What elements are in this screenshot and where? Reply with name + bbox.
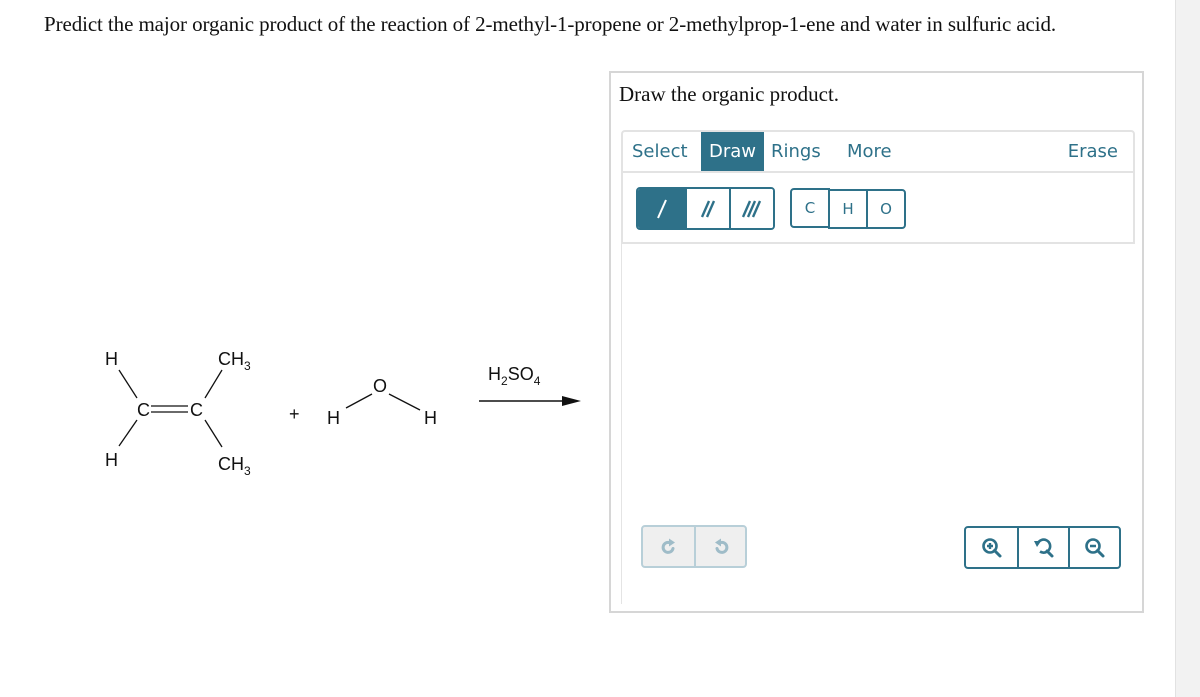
redo-icon [661, 538, 675, 554]
tab-more[interactable]: More [839, 132, 900, 171]
zoom-in-icon [981, 537, 1001, 557]
atom-c-right: C [190, 400, 203, 420]
triple-bond-button[interactable] [729, 189, 773, 228]
bond-h-o-left [345, 393, 373, 409]
erase-button[interactable]: Erase [1060, 132, 1126, 171]
bond-h-c-bottom [118, 419, 138, 447]
reaction-arrow [479, 396, 581, 406]
zoom-in-button[interactable] [966, 528, 1017, 567]
atom-h-bottom: H [105, 450, 118, 470]
bond-c-ch3-bottom [204, 419, 223, 448]
atom-h-right: H [424, 408, 437, 428]
triple-bond-icon [741, 200, 762, 217]
history-tool-group [641, 525, 747, 568]
undo-button[interactable] [694, 527, 745, 566]
reactant-alkene: H H C C CH3 CH3 [105, 349, 251, 478]
atom-c-left: C [137, 400, 150, 420]
molecule-editor: Select Draw Rings More Erase C H O [621, 130, 1135, 604]
zoom-reset-button[interactable] [1017, 528, 1068, 567]
zoom-out-icon [1084, 537, 1104, 557]
undo-icon [714, 538, 728, 554]
zoom-out-button[interactable] [1068, 528, 1119, 567]
single-bond-button[interactable] [638, 189, 685, 228]
reaction-scheme-svg: H H C C CH3 CH3 + H O H H2SO4 [105, 349, 581, 478]
double-bond-icon [700, 200, 716, 217]
atom-h-button[interactable]: H [828, 189, 868, 229]
group-ch3-bottom: CH3 [218, 454, 251, 478]
atom-h-left: H [327, 408, 340, 428]
page-scroll-gutter [1175, 0, 1200, 697]
atom-h-top: H [105, 349, 118, 369]
double-bond-button[interactable] [685, 189, 729, 228]
atom-o: O [373, 376, 387, 396]
atom-tool-group: C H O [790, 188, 906, 230]
tab-select[interactable]: Select [624, 132, 696, 171]
tab-draw[interactable]: Draw [701, 132, 765, 171]
redo-button[interactable] [643, 527, 694, 566]
bond-c-ch3-top [204, 369, 223, 399]
bond-o-h-right [388, 393, 421, 411]
bond-h-c-top [118, 369, 138, 399]
single-bond-icon [656, 199, 667, 218]
atom-c-button[interactable]: C [790, 188, 830, 228]
group-ch3-top: CH3 [218, 349, 251, 373]
zoom-tool-group [964, 526, 1121, 569]
editor-tabs: Select Draw Rings More Erase [621, 130, 1135, 173]
bond-tool-group [636, 187, 775, 230]
reactant-water: H O H [327, 376, 437, 428]
answer-panel: Draw the organic product. Select Draw Ri… [609, 71, 1144, 613]
plus-sign: + [289, 404, 300, 424]
question-text: Predict the major organic product of the… [44, 12, 1057, 36]
atom-o-button[interactable]: O [866, 189, 906, 229]
reagent-h2so4: H2SO4 [488, 364, 541, 388]
canvas-left-border [621, 242, 622, 604]
reaction-scheme: H H C C CH3 CH3 + H O H H2SO4 [0, 330, 600, 490]
draw-toolbar: C H O [621, 173, 1135, 244]
tab-rings[interactable]: Rings [763, 132, 829, 171]
zoom-reset-icon [1033, 537, 1053, 557]
panel-title: Draw the organic product. [619, 82, 840, 106]
